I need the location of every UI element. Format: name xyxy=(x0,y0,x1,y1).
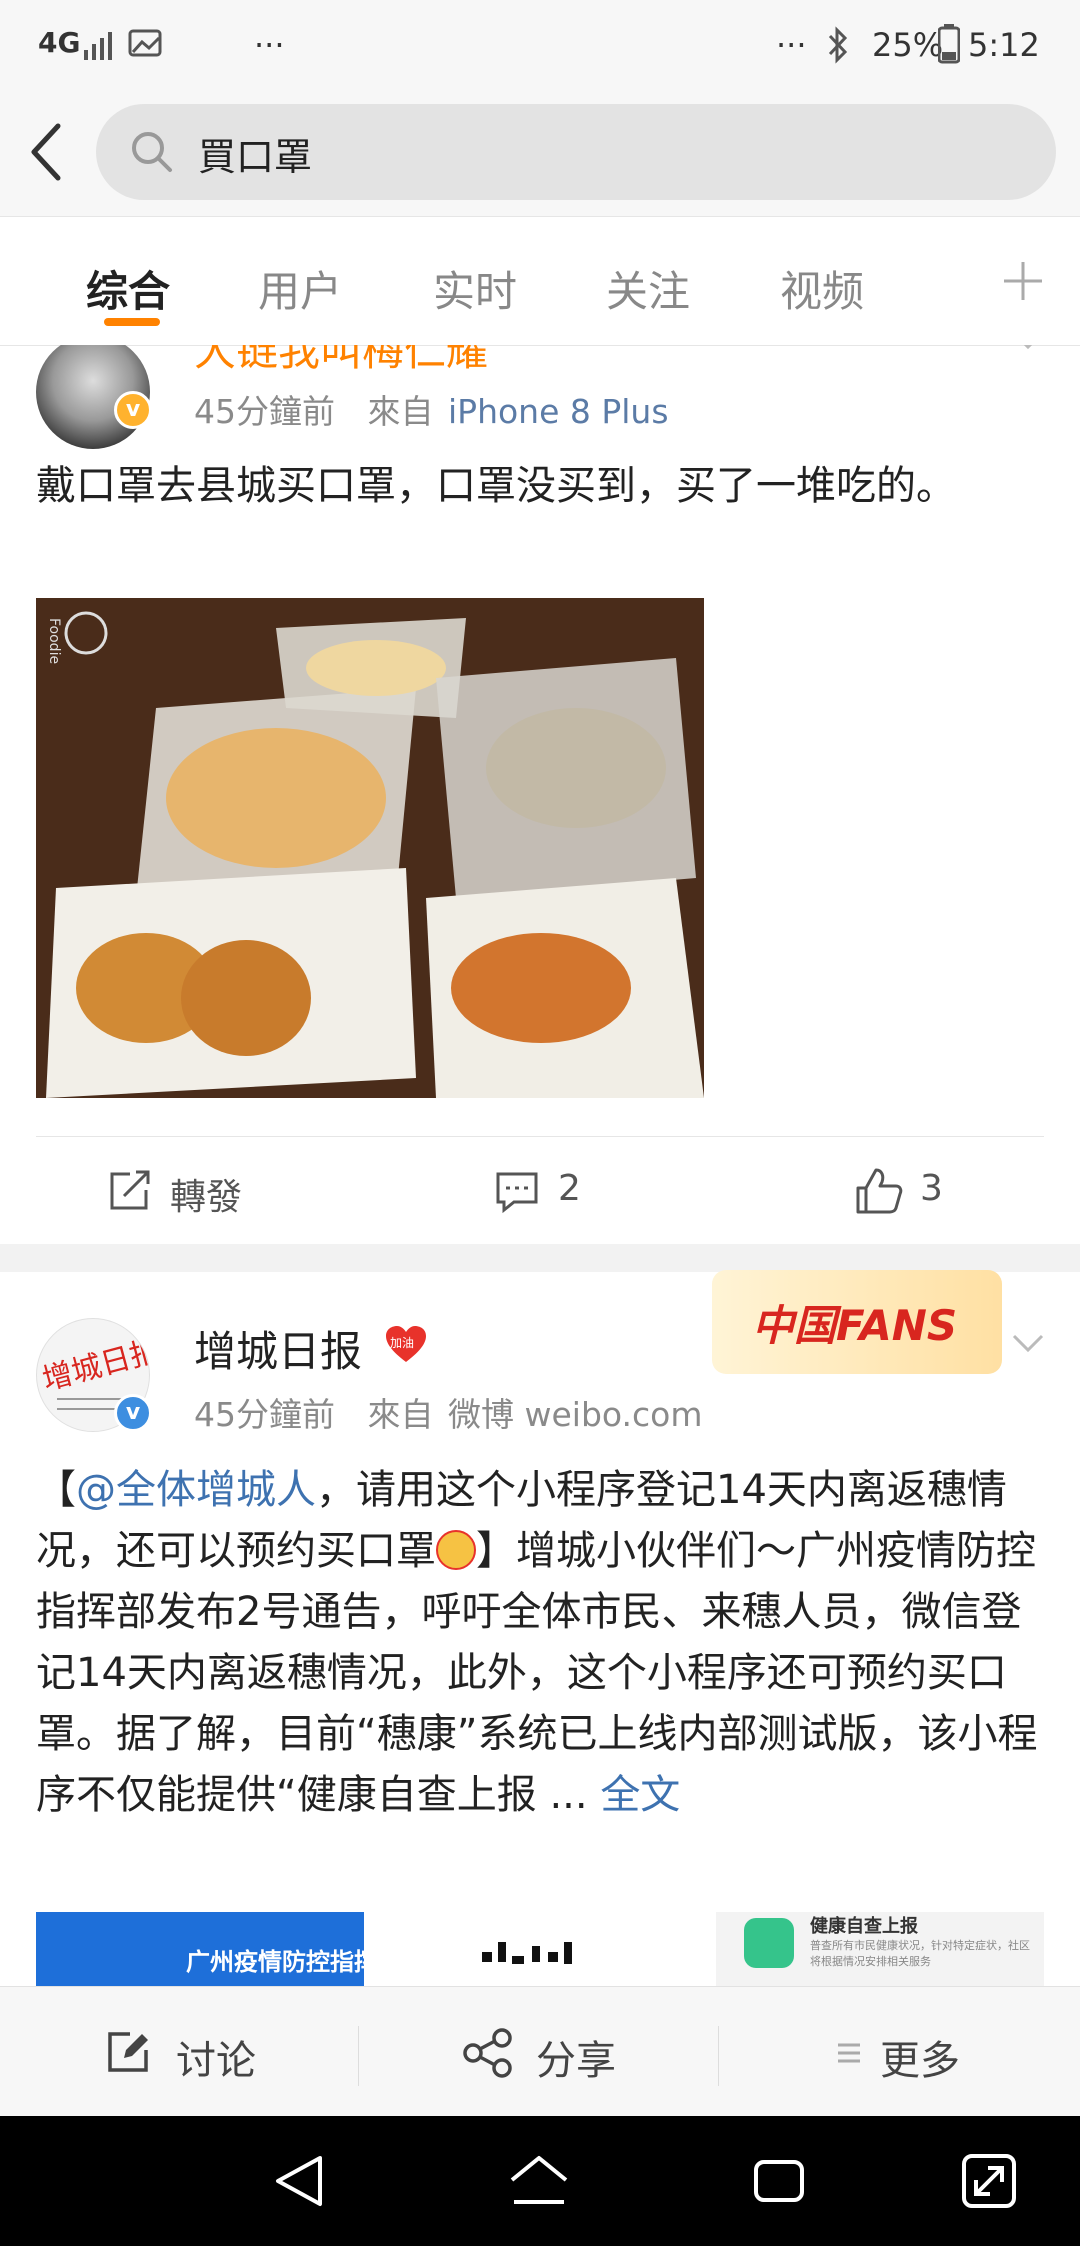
post-time: 45分鐘前 xyxy=(194,392,335,431)
svg-text:增城日报: 增城日报 xyxy=(39,1333,150,1398)
chevron-down-icon[interactable] xyxy=(1010,1332,1046,1356)
signal-icon xyxy=(84,32,112,60)
tab-realtime[interactable]: 实时 xyxy=(433,258,517,319)
post-time: 45分鐘前 xyxy=(194,1395,335,1434)
tab-following[interactable]: 关注 xyxy=(606,258,690,319)
post-photo[interactable]: Foodie xyxy=(36,598,704,1098)
repost-button[interactable]: 轉發 xyxy=(106,1164,306,1220)
mask-emoji-icon xyxy=(436,1530,476,1570)
qr-code-icon xyxy=(482,1942,572,1964)
post-image-thumbnail[interactable]: 健康自查上报 普查所有市民健康状况，针对特定症状，社区将根据情况安排相关服务 xyxy=(716,1912,1044,1986)
network-indicator: 4G xyxy=(38,26,81,59)
back-arrow-icon[interactable] xyxy=(26,122,66,182)
bar-divider xyxy=(358,2026,359,2086)
ellipsis: ... xyxy=(536,1772,601,1818)
thumbnail-subtitle: 普查所有市民健康状况，针对特定症状，社区将根据情况安排相关服务 xyxy=(810,1939,1030,1968)
badge-label: 加油 xyxy=(390,1336,415,1350)
comment-icon xyxy=(496,1172,538,1214)
comment-button[interactable]: 2 xyxy=(494,1164,634,1220)
health-app-icon xyxy=(744,1918,794,1968)
like-button[interactable]: 3 xyxy=(854,1164,994,1220)
status-more-right: ··· xyxy=(776,26,807,64)
add-tab-icon[interactable] xyxy=(1002,260,1044,302)
post-meta: 45分鐘前 來自 微博 weibo.com xyxy=(194,1388,702,1436)
verified-badge-icon: v xyxy=(114,391,152,429)
verified-badge-icon: v xyxy=(114,1394,152,1432)
actions-divider xyxy=(36,1136,1044,1137)
full-text-link[interactable]: 全文 xyxy=(600,1772,680,1818)
author-name[interactable]: 增城日报 xyxy=(194,1318,362,1379)
post-source[interactable]: 微博 weibo.com xyxy=(448,1395,702,1434)
post-text: 【@全体增城人，请用这个小程序登记14天内离返穗情况，还可以预约买口罩 】增城小伙… xyxy=(36,1460,1046,1826)
repost-icon xyxy=(110,1170,150,1210)
bracket-open: 【 xyxy=(36,1467,76,1513)
battery-icon xyxy=(938,24,960,64)
qr-code-thumbnail[interactable] xyxy=(372,1912,700,1986)
back-nav-icon[interactable] xyxy=(270,2150,332,2212)
clock: 5:12 xyxy=(968,26,1040,64)
tab-users[interactable]: 用户 xyxy=(258,258,342,319)
repost-label: 轉發 xyxy=(170,1177,243,1218)
edit-icon xyxy=(108,2032,148,2072)
tab-comprehensive[interactable]: 综合 xyxy=(86,258,170,319)
food-photo-image xyxy=(36,598,704,1098)
post-image-thumbnail[interactable]: 广州疫情防控指挥 xyxy=(36,1912,364,1986)
bluetooth-icon xyxy=(828,26,848,64)
discuss-label: 讨论 xyxy=(176,2038,256,2084)
share-icon xyxy=(463,2028,512,2078)
search-query: 買口罩 xyxy=(198,135,313,179)
search-icon xyxy=(132,132,172,172)
status-bar: 4G ··· ··· 25% 5:12 xyxy=(0,0,1080,92)
author-name[interactable]: 大链我叫梅仁耀 xyxy=(194,345,488,378)
discuss-button[interactable]: 讨论 xyxy=(106,2026,276,2084)
from-label: 來自 xyxy=(367,392,434,431)
heart-badge-icon: 加油 xyxy=(384,1324,428,1364)
share-button[interactable]: 分享 xyxy=(462,2026,632,2084)
comment-count: 2 xyxy=(558,1168,581,1209)
post-separator xyxy=(0,1244,1080,1272)
banner-text: 中国FANS xyxy=(752,1301,958,1350)
thumbnail-caption: 广州疫情防控指挥 xyxy=(186,1948,364,1976)
share-label: 分享 xyxy=(536,2038,616,2084)
thumbnail-title: 健康自查上报 xyxy=(810,1916,918,1937)
battery-percent: 25% xyxy=(872,26,944,64)
post-source[interactable]: iPhone 8 Plus xyxy=(448,392,669,431)
china-fans-banner[interactable]: 中国FANS xyxy=(712,1270,1002,1374)
home-nav-icon[interactable] xyxy=(508,2150,570,2212)
menu-icon xyxy=(838,2043,860,2063)
bar-divider xyxy=(718,2026,719,2086)
image-icon xyxy=(128,29,162,57)
recents-nav-icon[interactable] xyxy=(748,2150,810,2212)
tab-video[interactable]: 视频 xyxy=(780,258,864,319)
chevron-down-icon[interactable] xyxy=(1010,345,1046,353)
photo-watermark: Foodie xyxy=(46,618,62,665)
more-button[interactable]: 更多 xyxy=(836,2026,1006,2084)
expand-nav-icon[interactable] xyxy=(958,2150,1020,2212)
like-count: 3 xyxy=(920,1168,943,1209)
post-meta: 45分鐘前 來自 iPhone 8 Plus xyxy=(194,385,669,433)
post-text: 戴口罩去县城买口罩，口罩没买到，买了一堆吃的。 xyxy=(36,463,956,509)
mention-link[interactable]: @全体增城人 xyxy=(76,1467,316,1513)
active-tab-indicator xyxy=(104,318,160,326)
status-more-left: ··· xyxy=(254,26,285,64)
from-label: 來自 xyxy=(367,1395,434,1434)
thumbs-up-icon xyxy=(856,1168,903,1214)
more-label: 更多 xyxy=(880,2038,960,2084)
